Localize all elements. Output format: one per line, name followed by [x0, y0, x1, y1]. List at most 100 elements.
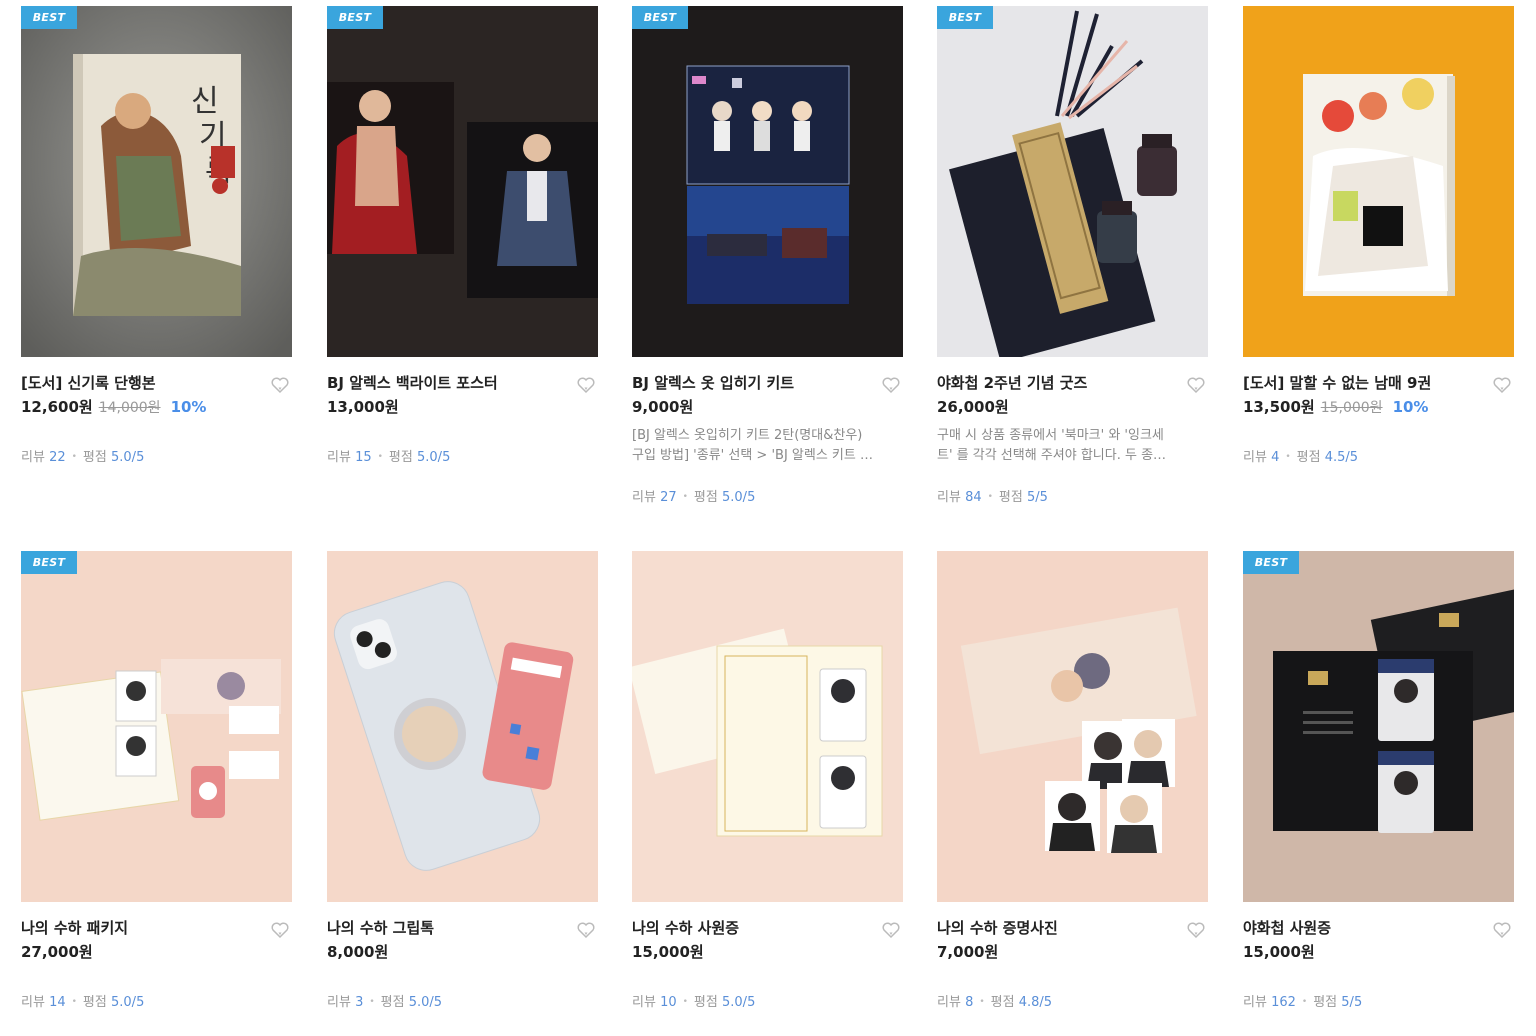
product-title[interactable]: 야화첩 사원증 — [1243, 917, 1514, 939]
product-photo — [937, 6, 1208, 357]
product-grid: 신 기 록 BEST [도서] 신기록 단행본 12,600원 14,000원 10… — [0, 0, 1536, 1036]
separator-dot: • — [979, 997, 985, 1007]
rating-label: 평점 — [1313, 995, 1338, 1010]
sale-price: 8,000원 — [327, 943, 389, 961]
wishlist-heart-icon[interactable] — [270, 920, 290, 940]
rating-label: 평점 — [693, 995, 718, 1010]
rating-value: 5.0 — [721, 490, 743, 505]
review-rating: 리뷰 10 • 평점 5.0/5 — [632, 995, 756, 1010]
wishlist-heart-icon[interactable] — [1492, 920, 1512, 940]
wishlist-heart-icon[interactable] — [576, 920, 596, 940]
product-image[interactable]: BEST — [632, 6, 903, 357]
review-rating: 리뷰 15 • 평점 5.0/5 — [327, 450, 451, 465]
rating-value: 5.0 — [416, 450, 438, 465]
wishlist-heart-icon[interactable] — [1186, 375, 1206, 395]
product-image[interactable]: 신 기 록 BEST — [21, 6, 292, 357]
wishlist-heart-icon[interactable] — [576, 375, 596, 395]
product-title[interactable]: 나의 수하 그립톡 — [327, 917, 598, 939]
separator-dot: • — [682, 492, 688, 502]
rating-max: 5 — [747, 995, 756, 1010]
product-title[interactable]: 야화첩 2주년 기념 굿즈 — [937, 372, 1208, 394]
product-image[interactable]: BEST — [937, 6, 1208, 357]
product-card[interactable]: [도서] 말할 수 없는 남매 9권 13,500원 15,000원 10% 리뷰 … — [1243, 6, 1514, 468]
rating-max: 5 — [1039, 490, 1048, 505]
rating-value: 5.0 — [110, 450, 132, 465]
product-photo — [327, 6, 598, 357]
review-label: 리뷰 — [937, 995, 961, 1010]
sale-price: 27,000원 — [21, 943, 93, 961]
product-card[interactable]: BEST 야화첩 사원증 15,000원 리뷰 162 • 평점 5/5 — [1243, 551, 1514, 1013]
product-card[interactable]: 나의 수하 증명사진 7,000원 리뷰 8 • 평점 4.8/5 — [937, 551, 1208, 1013]
separator-dot: • — [369, 997, 375, 1007]
product-description: [BJ 알렉스 옷입히기 키트 2탄(명대&찬우) 구입 방법] '종류' 선택… — [632, 426, 903, 466]
review-count: 22 — [49, 450, 66, 465]
separator-dot: • — [71, 452, 77, 462]
separator-dot: • — [377, 452, 383, 462]
rating-max: 5 — [442, 450, 451, 465]
rating-max: 5 — [1353, 995, 1363, 1010]
rating-max: 5 — [136, 995, 145, 1010]
product-title[interactable]: BJ 알렉스 백라이트 포스터 — [327, 372, 598, 394]
review-rating: 리뷰 3 • 평점 5.0/5 — [327, 995, 443, 1010]
review-rating: 리뷰 162 • 평점 5/5 — [1243, 995, 1363, 1010]
product-card[interactable]: 나의 수하 사원증 15,000원 리뷰 10 • 평점 5.0/5 — [632, 551, 903, 1013]
product-card[interactable]: BEST 야화첩 2주년 기념 굿즈 26,000원 구매 시 상품 종류에서 … — [937, 6, 1208, 508]
sale-price: 13,500원 — [1243, 398, 1315, 416]
product-photo — [1243, 6, 1514, 357]
review-label: 리뷰 — [632, 490, 656, 505]
product-title[interactable]: [도서] 말할 수 없는 남매 9권 — [1243, 372, 1514, 394]
rating-label: 평점 — [990, 995, 1015, 1010]
review-count: 14 — [49, 995, 66, 1010]
review-rating: 리뷰 84 • 평점 5/5 — [937, 490, 1048, 505]
price-row: 26,000원 — [937, 396, 1208, 418]
review-count: 84 — [965, 490, 982, 505]
discount-rate: 10% — [170, 398, 207, 416]
product-title[interactable]: 나의 수하 증명사진 — [937, 917, 1208, 939]
product-card[interactable]: 신 기 록 BEST [도서] 신기록 단행본 12,600원 14,000원 10… — [21, 6, 292, 468]
wishlist-heart-icon[interactable] — [1186, 920, 1206, 940]
review-rating: 리뷰 22 • 평점 5.0/5 — [21, 450, 145, 465]
wishlist-heart-icon[interactable] — [881, 920, 901, 940]
sale-price: 15,000원 — [1243, 943, 1315, 961]
separator-dot: • — [682, 997, 688, 1007]
best-badge: BEST — [21, 551, 77, 574]
sale-price: 26,000원 — [937, 398, 1009, 416]
product-image[interactable]: BEST — [1243, 551, 1514, 902]
product-image[interactable] — [632, 551, 903, 902]
product-image[interactable]: BEST — [327, 6, 598, 357]
wishlist-heart-icon[interactable] — [1492, 375, 1512, 395]
product-image[interactable]: BEST — [21, 551, 292, 902]
product-image[interactable] — [937, 551, 1208, 902]
rating-label: 평점 — [998, 490, 1023, 505]
best-badge: BEST — [21, 6, 77, 29]
price-row: 15,000원 — [1243, 941, 1514, 963]
review-label: 리뷰 — [632, 995, 656, 1010]
wishlist-heart-icon[interactable] — [270, 375, 290, 395]
wishlist-heart-icon[interactable] — [881, 375, 901, 395]
product-card[interactable]: BEST BJ 알렉스 백라이트 포스터 13,000원 리뷰 15 • 평점 5.… — [327, 6, 598, 468]
review-rating: 리뷰 27 • 평점 5.0/5 — [632, 490, 756, 505]
price-row: 9,000원 — [632, 396, 903, 418]
product-title[interactable]: 나의 수하 사원증 — [632, 917, 903, 939]
sale-price: 13,000원 — [327, 398, 399, 416]
product-card[interactable]: 나의 수하 그립톡 8,000원 리뷰 3 • 평점 5.0/5 — [327, 551, 598, 1013]
product-card[interactable]: BEST BJ 알렉스 옷 입히기 키트 9,000원 [BJ 알렉스 옷입히기… — [632, 6, 903, 508]
product-card[interactable]: BEST 나의 수하 패키지 27,000원 리뷰 14 • 평점 5.0/5 — [21, 551, 292, 1013]
product-title[interactable]: [도서] 신기록 단행본 — [21, 372, 292, 394]
sale-price: 15,000원 — [632, 943, 704, 961]
product-image[interactable] — [1243, 6, 1514, 357]
description-line: 트' 를 각각 선택해 주셔야 합니다. 두 종… — [937, 448, 1167, 463]
separator-dot: • — [71, 997, 77, 1007]
product-photo — [21, 551, 292, 902]
sale-price: 7,000원 — [937, 943, 999, 961]
rating-value: 5.0 — [408, 995, 430, 1010]
svg-text:신: 신 — [191, 84, 219, 119]
separator-dot: • — [987, 492, 993, 502]
product-image[interactable] — [327, 551, 598, 902]
rating-value: 5.0 — [721, 995, 743, 1010]
product-title[interactable]: 나의 수하 패키지 — [21, 917, 292, 939]
review-count: 162 — [1271, 995, 1296, 1010]
description-line: 구입 방법] '종류' 선택 > 'BJ 알렉스 키트 … — [632, 448, 873, 463]
rating-value: 5 — [1341, 995, 1350, 1010]
product-title[interactable]: BJ 알렉스 옷 입히기 키트 — [632, 372, 903, 394]
